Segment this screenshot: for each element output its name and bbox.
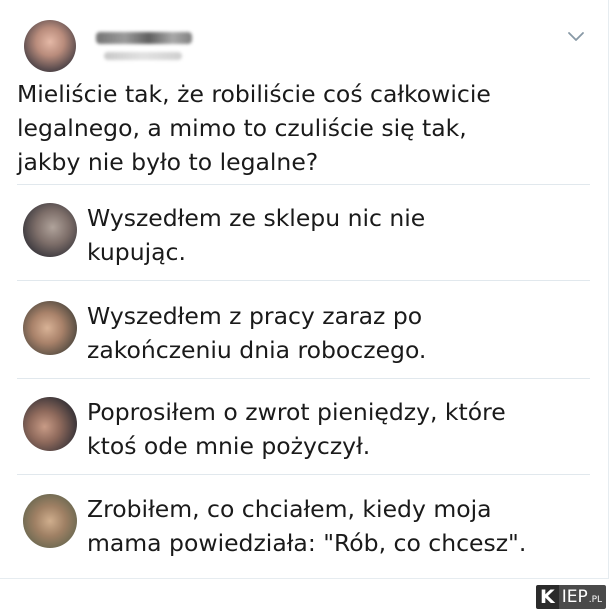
reply-avatar[interactable]: [23, 203, 77, 257]
divider: [17, 474, 590, 475]
reply-text: Poprosiłem o zwrot pieniędzy, które ktoś…: [87, 398, 506, 460]
tweet-header: [20, 18, 600, 74]
author-name-blurred[interactable]: [96, 32, 192, 44]
logo-text-suffix: .PL: [588, 595, 603, 605]
tweet-card: Mieliście tak, że robiliście coś całkowi…: [0, 0, 609, 579]
reply-text: Zrobiłem, co chciałem, kiedy moja mama p…: [87, 495, 527, 557]
reply-text: Wyszedłem z pracy zaraz po zakończeniu d…: [87, 302, 427, 364]
reply-avatar[interactable]: [23, 494, 77, 548]
logo-letter: K: [536, 585, 559, 609]
divider: [17, 280, 590, 281]
kiep-watermark-logo: K IEP.PL: [536, 585, 607, 609]
author-avatar[interactable]: [24, 20, 76, 72]
reply-avatar[interactable]: [23, 301, 77, 355]
author-handle-blurred: [104, 52, 182, 60]
divider: [17, 378, 590, 379]
divider: [17, 184, 590, 185]
logo-text-main: IEP: [561, 587, 588, 607]
tweet-text: Mieliście tak, że robiliście coś całkowi…: [17, 80, 491, 176]
reply-text: Wyszedłem ze sklepu nic nie kupując.: [87, 204, 426, 266]
chevron-down-icon[interactable]: [566, 26, 586, 46]
reply-avatar[interactable]: [23, 397, 77, 451]
logo-text: IEP.PL: [558, 585, 607, 609]
